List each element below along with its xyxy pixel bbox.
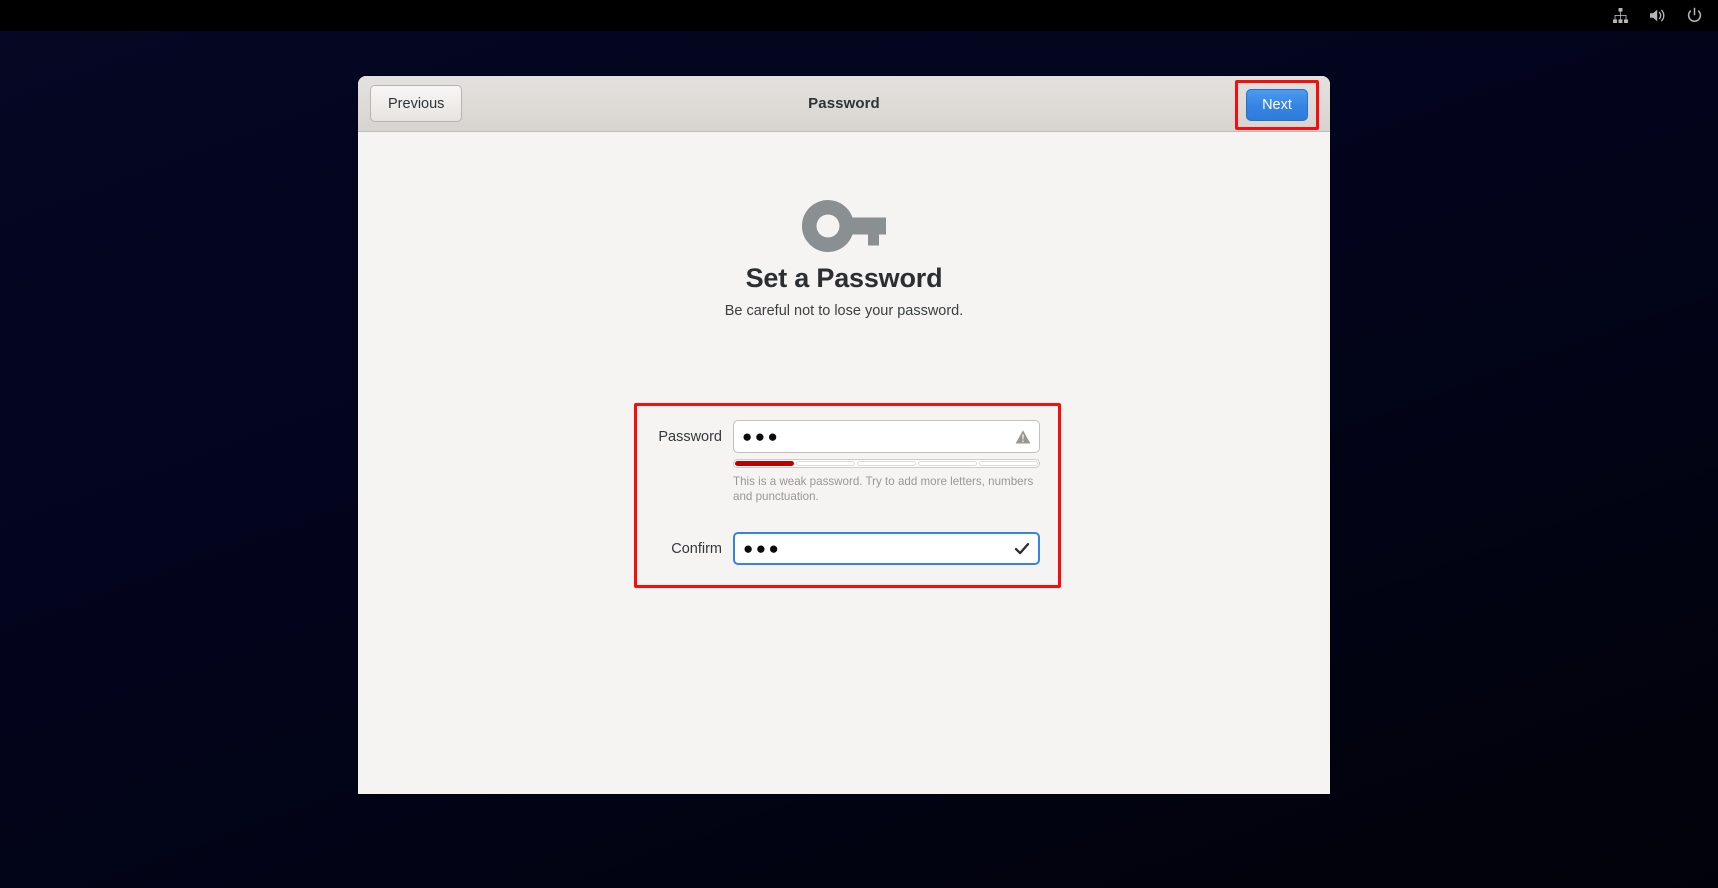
password-strength-meter <box>733 459 1040 468</box>
checkmark-icon <box>1013 540 1030 557</box>
page-title: Set a Password <box>745 263 943 293</box>
installer-window: Previous Password Next Set a Password Be… <box>358 76 1330 794</box>
next-button[interactable]: Next <box>1246 89 1308 121</box>
key-icon <box>358 200 1330 252</box>
power-icon[interactable] <box>1685 6 1704 25</box>
system-top-bar <box>0 0 1718 31</box>
strength-segment <box>979 461 1038 466</box>
password-form-highlight: Password ●●● This is a weak password. Tr… <box>634 403 1061 588</box>
password-field-row: Password ●●● This is a weak password. Tr… <box>655 420 1040 505</box>
confirm-input-value: ●●● <box>743 538 782 558</box>
confirm-input[interactable]: ●●● <box>733 531 1040 565</box>
password-label: Password <box>658 429 722 445</box>
strength-segment <box>796 461 855 466</box>
confirm-field-row: Confirm ●●● <box>655 531 1040 565</box>
warning-triangle-icon <box>1014 428 1031 445</box>
window-header-bar: Previous Password Next <box>358 76 1330 132</box>
password-form: Password ●●● This is a weak password. Tr… <box>637 406 1058 585</box>
page-subtitle: Be careful not to lose your password. <box>724 303 964 319</box>
password-input[interactable]: ●●● <box>733 420 1040 453</box>
password-strength-hint: This is a weak password. Try to add more… <box>733 475 1034 504</box>
strength-segment <box>735 461 794 466</box>
window-content: Set a Password Be careful not to lose yo… <box>358 132 1330 793</box>
form-row-spacer <box>655 505 1040 532</box>
strength-segment <box>918 461 977 466</box>
password-input-value: ●●● <box>742 427 781 446</box>
strength-segment <box>857 461 916 466</box>
window-title: Password <box>808 95 880 112</box>
next-button-highlight: Next <box>1235 80 1319 130</box>
network-icon[interactable] <box>1611 6 1630 25</box>
confirm-label: Confirm <box>671 540 722 557</box>
volume-icon[interactable] <box>1648 6 1667 25</box>
